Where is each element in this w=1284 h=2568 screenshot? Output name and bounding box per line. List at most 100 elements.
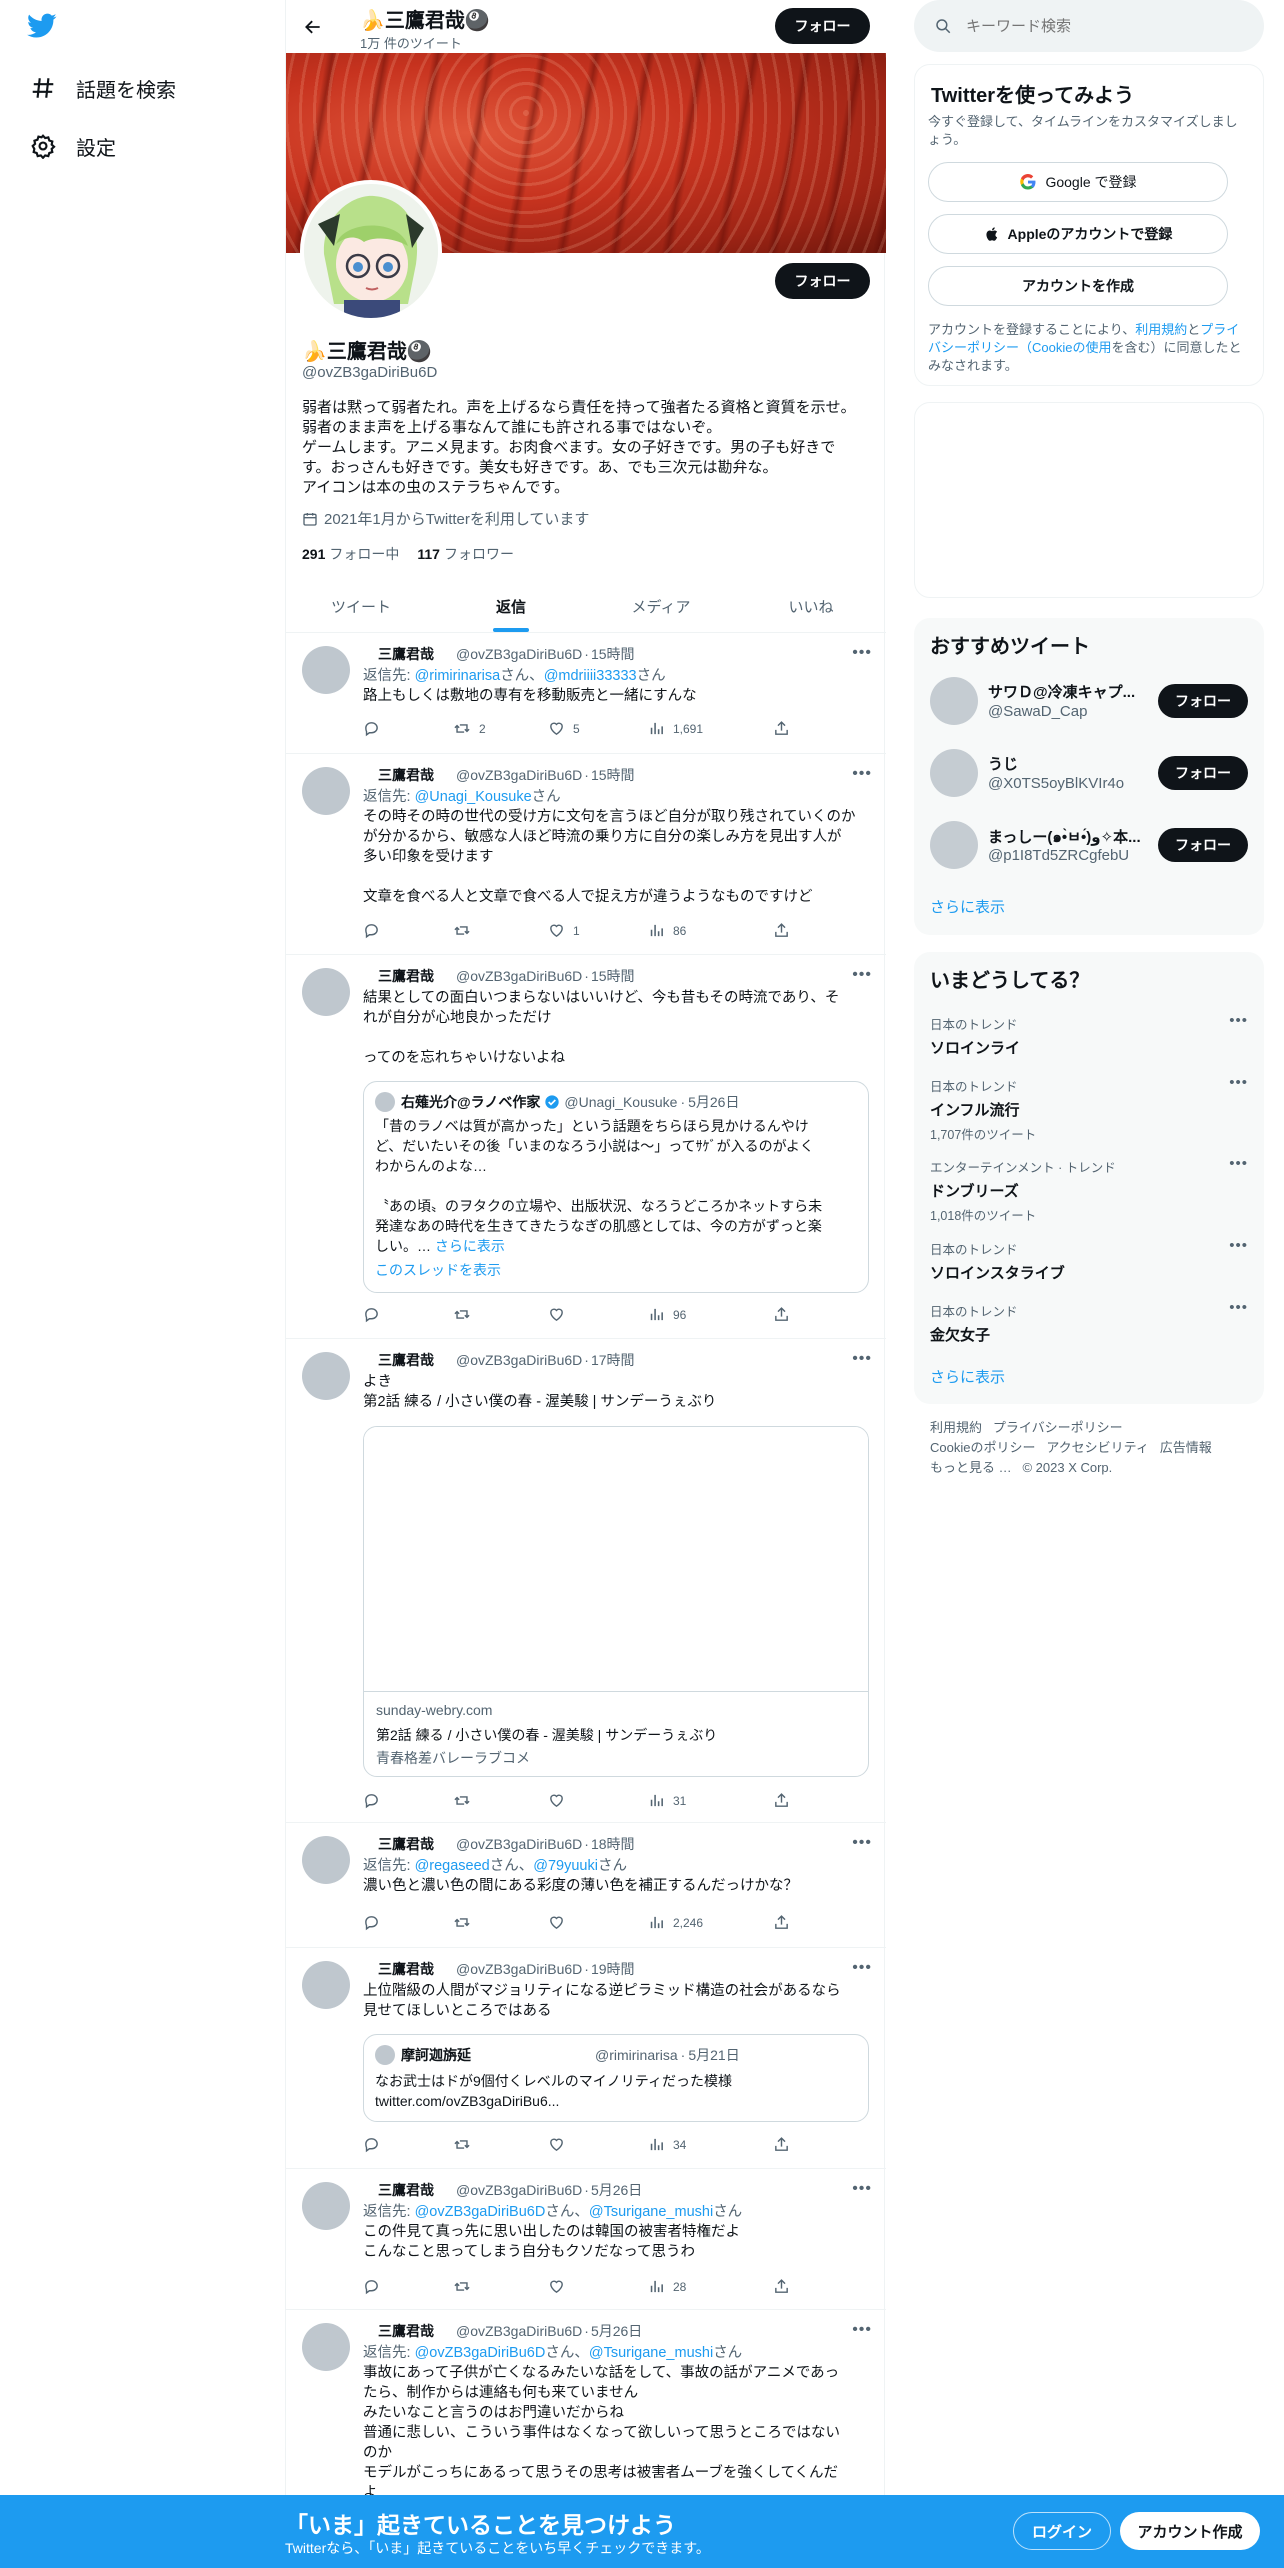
more-icon[interactable]: •••: [1229, 1237, 1248, 1254]
more-icon[interactable]: •••: [852, 1834, 872, 1852]
share-button[interactable]: [773, 922, 790, 939]
login-button[interactable]: ログイン: [1013, 2512, 1111, 2550]
views-button[interactable]: 34: [648, 2136, 686, 2153]
tweet[interactable]: 三鷹君哉 @ovZB3gaDiriBu6D · 15時間 ••• 返信先: @U…: [286, 755, 886, 955]
reply-button[interactable]: [363, 1792, 380, 1809]
more-icon[interactable]: •••: [852, 2180, 872, 2198]
views-button[interactable]: 1,691: [648, 720, 703, 737]
profile-avatar[interactable]: [300, 180, 442, 322]
tweet[interactable]: 三鷹君哉 @ovZB3gaDiriBu6D · 15時間 ••• 返信先: @r…: [286, 634, 886, 754]
share-button[interactable]: [773, 2278, 790, 2295]
tweet-time[interactable]: 5月26日: [591, 2180, 642, 2200]
share-button[interactable]: [773, 2136, 790, 2153]
more-icon[interactable]: •••: [852, 1959, 872, 1977]
suggested-follow-button[interactable]: フォロー: [1158, 828, 1248, 862]
create-account-button[interactable]: アカウントを作成: [928, 266, 1228, 306]
show-more-link[interactable]: さらに表示: [435, 1238, 505, 1254]
search-input[interactable]: [966, 17, 1216, 35]
mention-link[interactable]: @regaseed: [415, 1858, 490, 1874]
tweet-avatar[interactable]: [302, 646, 350, 694]
retweet-button[interactable]: [453, 2136, 479, 2153]
reply-button[interactable]: [363, 720, 380, 737]
views-button[interactable]: 2,246: [648, 1914, 703, 1931]
trend-item[interactable]: 日本のトレンド ソロインライ •••: [930, 1012, 1248, 1058]
like-button[interactable]: 1: [548, 922, 580, 939]
nav-settings[interactable]: 設定: [30, 126, 116, 166]
suggested-user[interactable]: うじ @X0TS5oyBlKVIr4o フォロー: [930, 743, 1248, 803]
mention-link[interactable]: @mdriiii33333: [544, 668, 637, 684]
tweet-avatar[interactable]: [302, 2323, 350, 2371]
share-button[interactable]: [773, 1306, 790, 1323]
reply-button[interactable]: [363, 2136, 380, 2153]
back-button[interactable]: [298, 12, 328, 42]
following-link[interactable]: 291 フォロー中: [302, 544, 399, 564]
followers-link[interactable]: 117 フォロワー: [417, 544, 514, 564]
more-icon[interactable]: •••: [1229, 1012, 1248, 1029]
quoted-tweet[interactable]: 右薙光介@ラノベ作家 @Unagi_Kousuke · 5月26日 「昔のラノベ…: [363, 1081, 869, 1293]
retweet-button[interactable]: [453, 2278, 479, 2295]
tab-media[interactable]: メディア: [586, 580, 736, 632]
tweet-author-handle[interactable]: @ovZB3gaDiriBu6D: [456, 646, 582, 662]
share-button[interactable]: [773, 1914, 790, 1931]
tweet-avatar[interactable]: [302, 1961, 350, 2009]
tab-likes[interactable]: いいね: [736, 580, 886, 632]
tweet-avatar[interactable]: [302, 1352, 350, 1400]
tweet[interactable]: 三鷹君哉 @ovZB3gaDiriBu6D · 17時間 ••• よき 第2話 …: [286, 1340, 886, 1823]
suggested-user[interactable]: サワＤ@冷凍キャプ... @SawaD_Cap フォロー: [930, 671, 1248, 731]
trend-item[interactable]: 日本のトレンド ソロインスタライブ •••: [930, 1237, 1248, 1283]
search-box[interactable]: [914, 0, 1264, 52]
quoted-tweet[interactable]: 摩訶迦旃延 @rimirinarisa · 5月21日 なお武士はドが9個付くレ…: [363, 2034, 869, 2122]
retweet-button[interactable]: [453, 1914, 479, 1931]
footer-ads-link[interactable]: 広告情報: [1160, 1440, 1212, 1455]
header-follow-button[interactable]: フォロー: [775, 8, 870, 44]
more-icon[interactable]: •••: [852, 644, 872, 662]
mention-link[interactable]: @ovZB3gaDiriBu6D: [415, 2345, 546, 2361]
tweet-time[interactable]: 15時間: [591, 765, 635, 785]
like-button[interactable]: [548, 1792, 573, 1809]
tweet-author-name[interactable]: 三鷹君哉: [378, 1834, 434, 1854]
tweet-author-name[interactable]: 三鷹君哉: [378, 2321, 434, 2341]
trend-item[interactable]: 日本のトレンド インフル流行 1,707件のツイート •••: [930, 1074, 1248, 1143]
like-button[interactable]: 5: [548, 720, 580, 737]
tweet-author-name[interactable]: 三鷹君哉: [378, 2180, 434, 2200]
share-button[interactable]: [773, 720, 790, 737]
like-button[interactable]: [548, 2136, 573, 2153]
mention-link[interactable]: @ovZB3gaDiriBu6D: [415, 2204, 546, 2220]
tweet-author-handle[interactable]: @ovZB3gaDiriBu6D: [456, 1352, 582, 1368]
reply-button[interactable]: [363, 2278, 380, 2295]
footer-terms-link[interactable]: 利用規約: [930, 1420, 982, 1435]
link-card[interactable]: sunday-webry.com 第2話 練る / 小さい僕の春 - 渥美駿 |…: [363, 1426, 869, 1777]
tweet[interactable]: 三鷹君哉 @ovZB3gaDiriBu6D · 19時間 ••• 上位階級の人間…: [286, 1949, 886, 2169]
suggested-follow-button[interactable]: フォロー: [1158, 684, 1248, 718]
tweet-author-name[interactable]: 三鷹君哉: [378, 765, 434, 785]
terms-link[interactable]: 利用規約: [1135, 322, 1187, 337]
views-button[interactable]: 96: [648, 1306, 686, 1323]
reply-button[interactable]: [363, 922, 380, 939]
more-icon[interactable]: •••: [1229, 1299, 1248, 1316]
more-icon[interactable]: •••: [1229, 1155, 1248, 1172]
more-icon[interactable]: •••: [852, 2321, 872, 2339]
tweet-avatar[interactable]: [302, 1836, 350, 1884]
tab-replies[interactable]: 返信: [436, 580, 586, 632]
more-icon[interactable]: •••: [852, 765, 872, 783]
who-to-follow-show-more[interactable]: さらに表示: [930, 896, 1005, 917]
tweet-time[interactable]: 15時間: [591, 966, 635, 986]
footer-privacy-link[interactable]: プライバシーポリシー: [993, 1420, 1123, 1435]
mention-link[interactable]: @rimirinarisa: [415, 668, 501, 684]
retweet-button[interactable]: [453, 1792, 479, 1809]
share-button[interactable]: [773, 1792, 790, 1809]
footer-cookie-link[interactable]: Cookieのポリシー: [930, 1440, 1035, 1455]
tweet-author-handle[interactable]: @ovZB3gaDiriBu6D: [456, 1961, 582, 1977]
mention-link[interactable]: @Unagi_Kousuke: [415, 789, 532, 805]
tweet-time[interactable]: 17時間: [591, 1350, 635, 1370]
tweet-time[interactable]: 19時間: [591, 1959, 635, 1979]
views-button[interactable]: 28: [648, 2278, 686, 2295]
tweet-avatar[interactable]: [302, 2182, 350, 2230]
tweet-avatar[interactable]: [302, 767, 350, 815]
tweet-time[interactable]: 5月26日: [591, 2321, 642, 2341]
like-button[interactable]: [548, 1306, 573, 1323]
retweet-button[interactable]: [453, 922, 479, 939]
tweet[interactable]: 三鷹君哉 @ovZB3gaDiriBu6D · 18時間 ••• 返信先: @r…: [286, 1824, 886, 1948]
signup-button[interactable]: アカウント作成: [1120, 2512, 1260, 2550]
views-button[interactable]: 86: [648, 922, 686, 939]
